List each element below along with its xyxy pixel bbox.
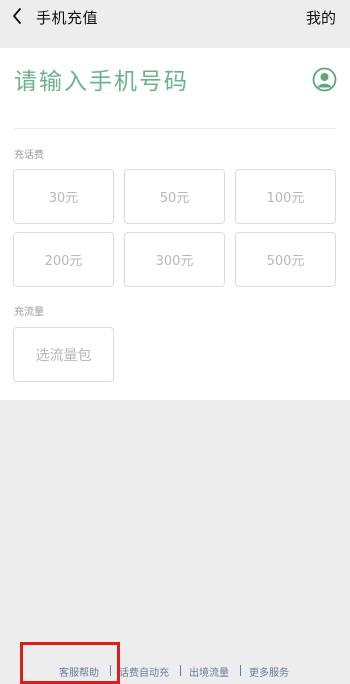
chevron-left-icon bbox=[13, 8, 21, 24]
footer-link-auto-recharge[interactable]: 话费自动充 bbox=[119, 664, 169, 679]
footer-link-more-services[interactable]: 更多服务 bbox=[249, 664, 289, 679]
footer-links: 客服帮助 话费自动充 出境流量 更多服务 bbox=[0, 664, 350, 680]
topup-option-500[interactable]: 500元 bbox=[235, 232, 336, 287]
data-section-label: 充流量 bbox=[14, 307, 44, 318]
topup-section-label: 充话费 bbox=[14, 150, 44, 161]
contact-icon bbox=[312, 67, 337, 92]
footer-separator bbox=[110, 665, 111, 676]
phone-number-input[interactable] bbox=[14, 66, 304, 98]
topup-option-30[interactable]: 30元 bbox=[13, 169, 114, 224]
topup-option-200[interactable]: 200元 bbox=[13, 232, 114, 287]
footer-link-help[interactable]: 客服帮助 bbox=[59, 664, 99, 679]
footer-link-roaming-data[interactable]: 出境流量 bbox=[189, 664, 229, 679]
topup-option-100[interactable]: 100元 bbox=[235, 169, 336, 224]
contact-picker-button[interactable] bbox=[312, 67, 337, 92]
mine-link[interactable]: 我的 bbox=[306, 7, 336, 28]
footer-separator bbox=[240, 665, 241, 676]
top-bar: 手机充值 我的 bbox=[0, 0, 350, 34]
page: 手机充值 我的 充话费 30元 50元 100元 200元 300元 500元 … bbox=[0, 0, 350, 684]
page-title: 手机充值 bbox=[36, 9, 99, 27]
topup-option-300[interactable]: 300元 bbox=[124, 232, 225, 287]
footer-separator bbox=[180, 665, 181, 676]
divider bbox=[14, 128, 336, 129]
data-package-option[interactable]: 选流量包 bbox=[13, 327, 114, 382]
back-button[interactable] bbox=[8, 6, 26, 26]
topup-option-50[interactable]: 50元 bbox=[124, 169, 225, 224]
recharge-card: 充话费 30元 50元 100元 200元 300元 500元 充流量 选流量包 bbox=[0, 48, 350, 400]
